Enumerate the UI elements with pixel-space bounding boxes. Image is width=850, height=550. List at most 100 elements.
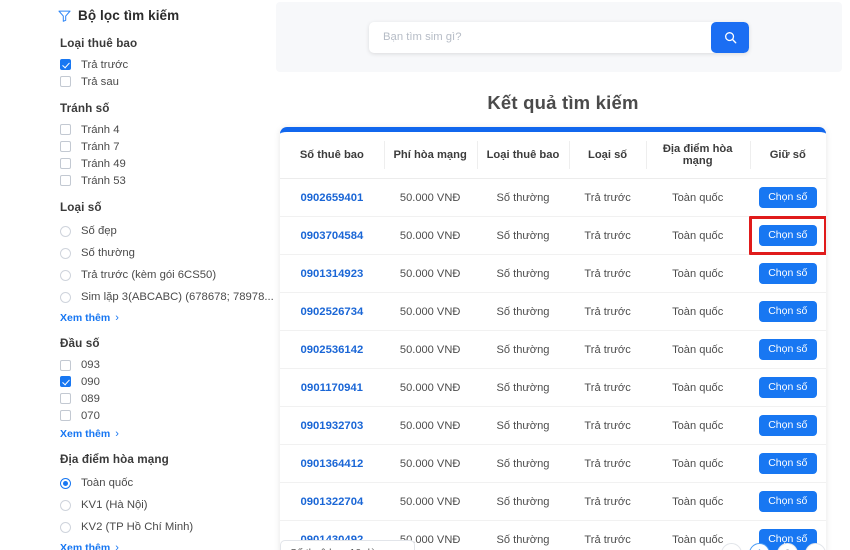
filter-option-so-dep[interactable]: Số đẹp	[60, 221, 262, 241]
filter-option-tranh-53[interactable]: Tránh 53	[60, 173, 262, 188]
filter-option-toan-quoc[interactable]: Toàn quốc	[60, 473, 262, 493]
cell-action: Chọn số	[749, 254, 826, 293]
cell-msisdn[interactable]: 0902526734	[280, 292, 384, 331]
filter-option-kv2[interactable]: KV2 (TP Hồ Chí Minh)	[60, 517, 262, 537]
cell-msisdn[interactable]: 0902536142	[280, 330, 384, 369]
pagination: ‹ 1 2 ›	[721, 542, 826, 550]
cell-msisdn[interactable]: 0901170941	[280, 368, 384, 407]
select-number-button[interactable]: Chọn số	[758, 377, 817, 398]
cell-msisdn[interactable]: 0901314923	[280, 254, 384, 293]
checkbox-icon[interactable]	[60, 359, 71, 371]
cell-sub-type: Số thường	[476, 482, 570, 521]
radio-icon[interactable]	[60, 269, 71, 281]
show-more-dau-so[interactable]: Xem thêm ›	[60, 428, 262, 440]
filter-option-sim-lap-3[interactable]: Sim lặp 3(ABCABC) (678678; 78978...	[60, 287, 274, 307]
checkbox-icon[interactable]	[60, 141, 71, 153]
cell-action: Chọn số	[749, 444, 826, 483]
filter-option-tranh-49[interactable]: Tránh 49	[60, 156, 262, 171]
radio-icon[interactable]	[60, 225, 71, 237]
cell-msisdn[interactable]: 0901322704	[280, 482, 384, 521]
filter-option-093[interactable]: 093	[60, 357, 262, 372]
cell-action: Chọn số	[749, 368, 826, 407]
action-wrapper: Chọn số	[758, 415, 817, 436]
checkbox-icon[interactable]	[60, 376, 71, 388]
results-table-card: Số thuê bao Phí hòa mạng Loại thuê bao L…	[280, 127, 826, 550]
cell-num-type: Trả trước	[569, 444, 646, 483]
cell-location: Toàn quốc	[645, 292, 750, 331]
filter-option-070[interactable]: 070	[60, 408, 262, 423]
rows-per-page-select[interactable]: Số thuê bao 10 dòng	[280, 540, 415, 550]
pagination-prev[interactable]: ‹	[721, 542, 742, 550]
cell-fee: 50.000 VNĐ	[383, 330, 477, 369]
option-label: Tránh 4	[81, 123, 120, 136]
filter-option-tranh-4[interactable]: Tránh 4	[60, 122, 262, 137]
select-number-button[interactable]: Chọn số	[758, 453, 817, 474]
show-more-loai-so[interactable]: Xem thêm ›	[60, 312, 262, 324]
chevron-right-icon: ›	[115, 428, 119, 441]
option-label: Tránh 7	[81, 140, 120, 153]
checkbox-icon[interactable]	[60, 124, 71, 136]
search-button[interactable]	[711, 21, 749, 53]
checkbox-icon[interactable]	[60, 410, 71, 422]
select-number-button[interactable]: Chọn số	[758, 225, 817, 246]
search-input[interactable]	[369, 21, 711, 53]
select-number-button[interactable]: Chọn số	[758, 339, 817, 360]
cell-sub-type: Số thường	[476, 368, 570, 407]
radio-icon[interactable]	[60, 521, 71, 533]
cell-msisdn[interactable]: 0903704584	[280, 216, 384, 255]
column-header-so-thue-bao: Số thuê bao	[280, 132, 384, 179]
checkbox-icon[interactable]	[60, 393, 71, 405]
checkbox-icon[interactable]	[60, 59, 71, 71]
cell-location: Toàn quốc	[645, 216, 750, 255]
cell-sub-type: Số thường	[476, 330, 570, 369]
option-label: Tránh 49	[81, 157, 126, 170]
search-bar	[369, 21, 749, 53]
filter-option-kv1[interactable]: KV1 (Hà Nội)	[60, 495, 262, 515]
select-number-button[interactable]: Chọn số	[758, 301, 817, 322]
filter-option-tra-truoc-goi[interactable]: Trả trước (kèm gói 6CS50)	[60, 265, 262, 285]
filter-option-tra-sau[interactable]: Trả sau	[60, 74, 262, 89]
cell-location: Toàn quốc	[645, 368, 750, 407]
cell-msisdn[interactable]: 0901932703	[280, 406, 384, 445]
cell-action: Chọn số	[748, 216, 826, 255]
search-results-page: Bộ lọc tìm kiếm Loại thuê bao Trả trước …	[0, 0, 850, 550]
checkbox-icon[interactable]	[60, 76, 71, 88]
filter-option-so-thuong[interactable]: Số thường	[60, 243, 262, 263]
radio-icon[interactable]	[60, 499, 71, 511]
pagination-page-1[interactable]: 1	[749, 542, 770, 550]
select-number-button[interactable]: Chọn số	[758, 491, 817, 512]
radio-icon[interactable]	[60, 477, 71, 489]
column-header-dia-diem: Địa điểm hòa mạng	[645, 132, 750, 179]
cell-msisdn[interactable]: 0902659401	[280, 178, 384, 217]
filter-option-tra-truoc[interactable]: Trả trước	[60, 57, 262, 72]
table-footer: Số thuê bao 10 dòng ‹ 1 2 ›	[280, 536, 826, 550]
select-number-button[interactable]: Chọn số	[758, 187, 817, 208]
cell-action: Chọn số	[749, 178, 826, 217]
pagination-next[interactable]: ›	[805, 542, 826, 550]
cell-sub-type: Số thường	[476, 178, 570, 217]
checkbox-icon[interactable]	[60, 158, 71, 170]
filter-option-tranh-7[interactable]: Tránh 7	[60, 139, 262, 154]
action-wrapper: Chọn số	[758, 339, 817, 360]
cell-action: Chọn số	[749, 482, 826, 521]
radio-icon[interactable]	[60, 247, 71, 259]
filter-option-089[interactable]: 089	[60, 391, 262, 406]
option-label: Số thường	[81, 247, 135, 260]
select-number-button[interactable]: Chọn số	[758, 415, 817, 436]
show-more-dia-diem[interactable]: Xem thêm ›	[60, 542, 262, 550]
cell-fee: 50.000 VNĐ	[383, 368, 477, 407]
cell-num-type: Trả trước	[569, 330, 646, 369]
show-more-label: Xem thêm	[60, 428, 111, 441]
checkbox-icon[interactable]	[60, 175, 71, 187]
option-label: 089	[81, 392, 100, 405]
radio-icon[interactable]	[60, 291, 71, 303]
select-number-button[interactable]: Chọn số	[758, 263, 817, 284]
cell-sub-type: Số thường	[476, 216, 570, 255]
filter-option-090[interactable]: 090	[60, 374, 262, 389]
pagination-page-2[interactable]: 2	[777, 542, 798, 550]
action-wrapper: Chọn số	[758, 453, 817, 474]
cell-msisdn[interactable]: 0901364412	[280, 444, 384, 483]
cell-fee: 50.000 VNĐ	[383, 444, 477, 483]
table-header: Số thuê bao Phí hòa mạng Loại thuê bao L…	[280, 132, 826, 179]
option-label: 090	[81, 375, 100, 388]
